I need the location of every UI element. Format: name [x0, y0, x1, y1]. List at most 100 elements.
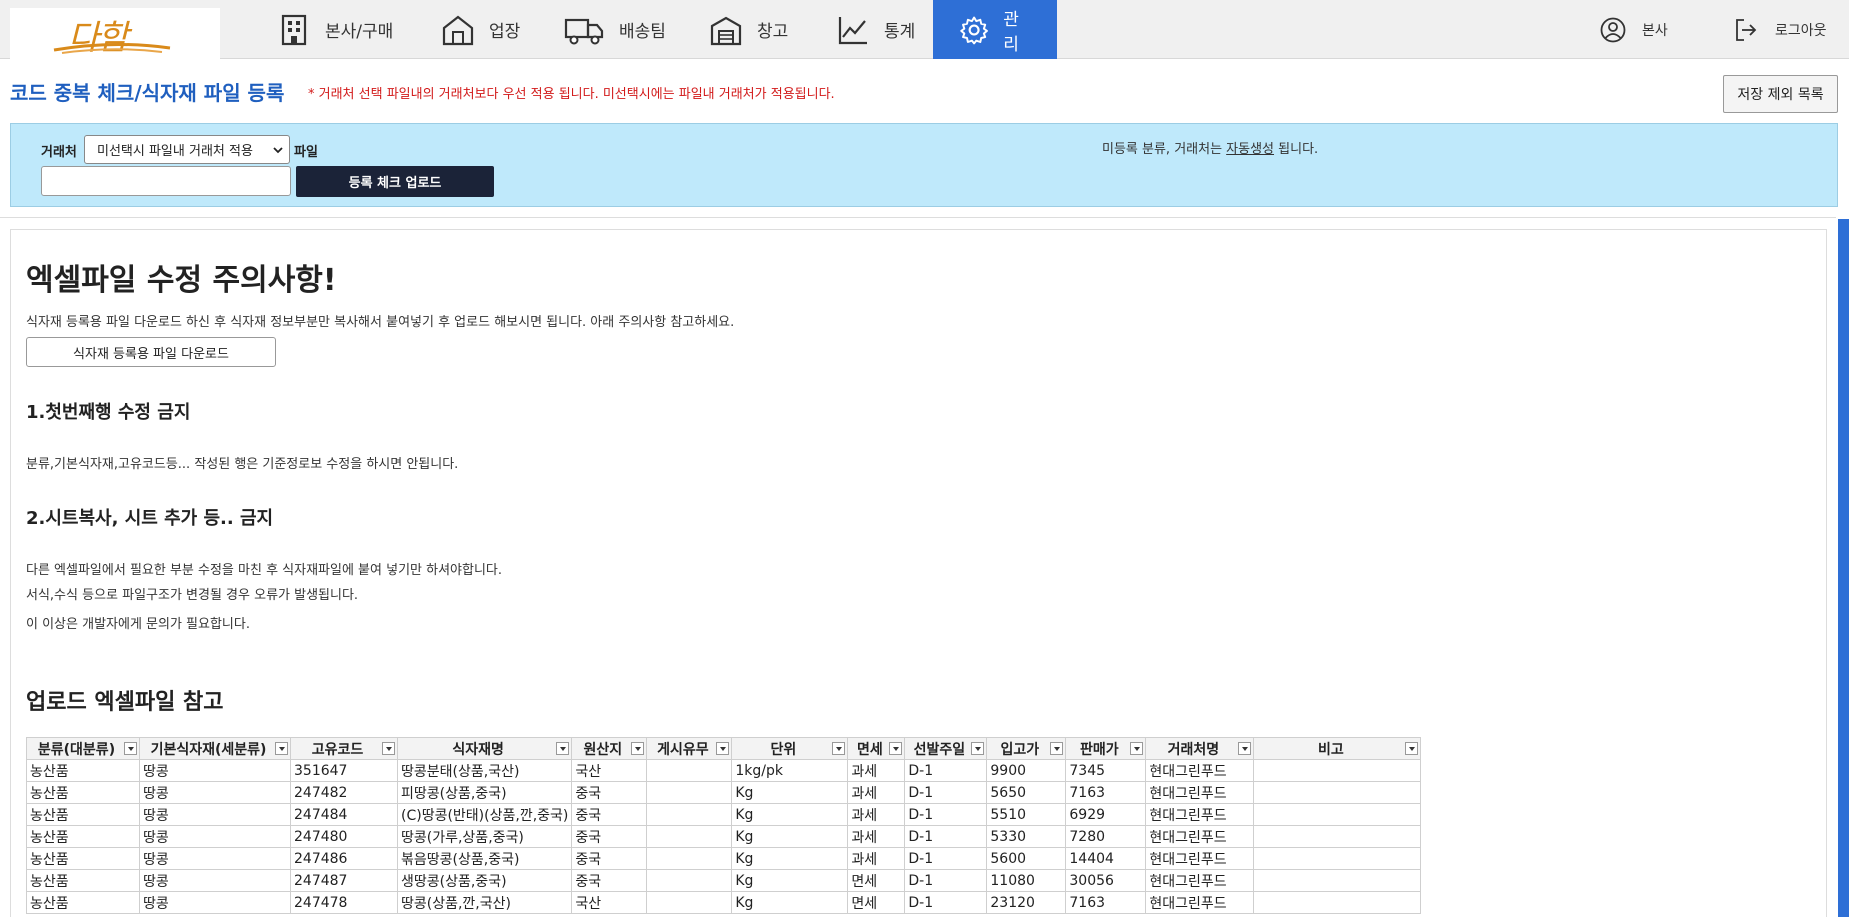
table-header-row: 분류(대분류) 기본식자재(세분류) 고유코드 식자재명 원산지 게시유무 단위 면세 선발주일…	[26, 737, 1422, 760]
nav-item-delivery[interactable]: 배송팀	[563, 0, 666, 59]
nav-item-admin[interactable]: 관리	[933, 0, 1057, 59]
table-cell: 5650	[986, 781, 1067, 804]
table-cell: 7345	[1065, 759, 1147, 782]
table-cell	[646, 847, 733, 870]
table-cell: 9900	[986, 759, 1067, 782]
table-cell: 과세	[847, 825, 906, 848]
table-cell: D-1	[904, 759, 988, 782]
table-cell: 중국	[571, 825, 648, 848]
table-cell: Kg	[731, 847, 849, 870]
column-header-label: 거래처명	[1167, 741, 1220, 758]
column-header: 고유코드	[290, 737, 398, 760]
table-cell: 땅콩(가루,상품,중국)	[396, 825, 573, 848]
table-cell: 땅콩	[139, 781, 291, 804]
filter-dropdown-icon[interactable]	[631, 742, 645, 755]
filter-dropdown-icon[interactable]	[275, 742, 288, 755]
page-title: 코드 중복 체크/식자재 파일 등록	[10, 81, 285, 105]
vendor-select[interactable]: 미선택시 파일내 거래처 적용	[84, 135, 290, 164]
excel-reference-table: 분류(대분류) 기본식자재(세분류) 고유코드 식자재명 원산지 게시유무 단위 면세 선발주일…	[26, 737, 1422, 914]
column-header-label: 게시유무	[657, 741, 709, 758]
table-cell: 농산품	[26, 825, 140, 848]
table-row: 농산품 땅콩 247484 (C)땅콩(반태)(상품,깐,중국) 중국 Kg 과세 D-1 55…	[26, 803, 1422, 826]
table-cell	[646, 825, 733, 848]
rule2-text-2: 서식,수식 등으로 파일구조가 변경될 경우 오류가 발생됩니다.	[26, 588, 359, 603]
column-header: 분류(대분류)	[26, 737, 140, 760]
vendor-select-value: 미선택시 파일내 거래처 적용	[97, 144, 253, 159]
table-cell: 247480	[290, 825, 398, 848]
table-cell	[646, 869, 733, 892]
table-cell: 과세	[847, 781, 906, 804]
logout-icon	[1736, 18, 1757, 41]
top-nav: 다함 본사/구매 업장 배송팀 창고 통계 관리 본사 로그아웃	[0, 0, 1849, 60]
filter-dropdown-icon[interactable]	[556, 742, 570, 755]
gear-icon	[960, 16, 988, 44]
table-cell: 국산	[571, 891, 648, 914]
table-cell: 농산품	[26, 869, 140, 892]
truck-icon	[564, 18, 604, 44]
table-cell	[1253, 825, 1422, 848]
column-header: 단위	[731, 737, 849, 760]
table-cell: D-1	[904, 825, 988, 848]
logo[interactable]: 다함	[10, 8, 220, 60]
table-cell: 피땅콩(상품,중국)	[396, 781, 573, 804]
table-cell: Kg	[731, 869, 849, 892]
table-cell: 247478	[290, 891, 398, 914]
file-input[interactable]	[41, 166, 291, 196]
page-note: * 거래처 선택 파일내의 거래처보다 우선 적용 됩니다. 미선택시에는 파일…	[308, 87, 835, 102]
nav-item-stats[interactable]: 통계	[836, 0, 915, 59]
table-cell: 23120	[986, 891, 1067, 914]
column-header-label: 판매가	[1080, 741, 1119, 758]
excluded-list-button[interactable]: 저장 제외 목록	[1723, 75, 1838, 113]
table-cell: 중국	[571, 869, 648, 892]
rule2-text-3: 이 이상은 개발자에게 문의가 필요합니다.	[26, 617, 250, 632]
user-menu[interactable]: 본사	[1600, 0, 1668, 59]
logout-button[interactable]: 로그아웃	[1733, 0, 1827, 59]
filter-dropdown-icon[interactable]	[1238, 742, 1252, 755]
auto-note-post: 됩니다.	[1274, 142, 1319, 157]
reference-title: 업로드 엑셀파일 참고	[26, 690, 224, 715]
table-cell: D-1	[904, 869, 988, 892]
auto-note-pre: 미등록 분류, 거래처는	[1102, 142, 1227, 157]
filter-dropdown-icon[interactable]	[716, 742, 730, 755]
table-cell: 247482	[290, 781, 398, 804]
column-header: 게시유무	[646, 737, 733, 760]
filter-dropdown-icon[interactable]	[832, 742, 846, 755]
table-cell: 11080	[986, 869, 1067, 892]
filter-dropdown-icon[interactable]	[1130, 742, 1144, 755]
column-header-label: 입고가	[1000, 741, 1040, 758]
table-cell: 5510	[986, 803, 1067, 826]
download-template-button[interactable]: 식자재 등록용 파일 다운로드	[26, 337, 276, 367]
table-cell: 14404	[1065, 847, 1147, 870]
scrollbar-thumb[interactable]	[1838, 219, 1849, 917]
table-cell: Kg	[731, 803, 849, 826]
filter-dropdown-icon[interactable]	[1050, 742, 1064, 755]
column-header: 선발주일	[904, 737, 988, 760]
upload-check-button[interactable]: 등록 체크 업로드	[296, 166, 494, 197]
filter-dropdown-icon[interactable]	[1405, 742, 1419, 755]
table-cell	[1253, 847, 1422, 870]
table-cell: (C)땅콩(반태)(상품,깐,중국)	[396, 803, 573, 826]
nav-item-warehouse[interactable]: 창고	[709, 0, 788, 59]
nav-item-store[interactable]: 업장	[441, 0, 520, 59]
chevron-down-icon	[273, 147, 283, 154]
table-cell: 땅콩	[139, 869, 291, 892]
rule2-title: 2.시트복사, 시트 추가 등.. 금지	[26, 508, 274, 529]
table-cell: 과세	[847, 759, 906, 782]
table-cell: 농산품	[26, 891, 140, 914]
table-cell: 땅콩	[139, 891, 291, 914]
table-cell: 농산품	[26, 847, 140, 870]
table-cell: 중국	[571, 847, 648, 870]
filter-dropdown-icon[interactable]	[971, 742, 985, 755]
table-cell: Kg	[731, 825, 849, 848]
table-cell: 땅콩	[139, 803, 291, 826]
table-cell: 7163	[1065, 781, 1147, 804]
table-cell: 5330	[986, 825, 1067, 848]
nav-item-hq[interactable]: 본사/구매	[277, 0, 393, 59]
filter-dropdown-icon[interactable]	[382, 742, 395, 755]
filter-dropdown-icon[interactable]	[889, 742, 903, 755]
column-header-label: 단위	[770, 741, 797, 758]
nav-label: 통계	[884, 22, 916, 42]
table-cell: 농산품	[26, 781, 140, 804]
filter-dropdown-icon[interactable]	[124, 742, 137, 755]
column-header: 기본식자재(세분류)	[139, 737, 291, 760]
